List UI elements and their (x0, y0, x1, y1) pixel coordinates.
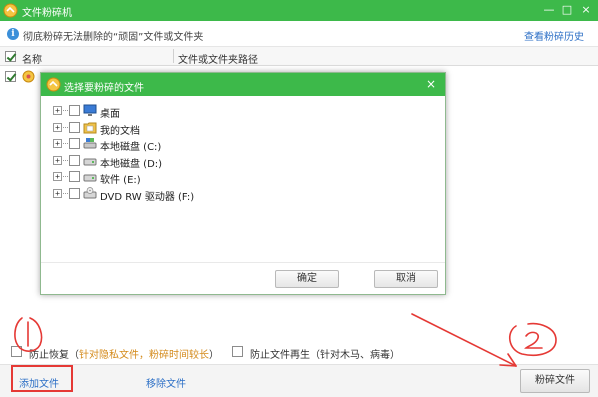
expand-icon[interactable]: + (53, 139, 62, 148)
select-file-dialog: 选择要粉碎的文件 × + 桌面 + 我的文档 + 本地磁盘 (C:) + 本地磁… (40, 72, 446, 295)
file-item-icon (22, 70, 35, 83)
shredder-app-icon (46, 77, 61, 92)
column-divider[interactable] (173, 49, 174, 63)
tree-item-checkbox[interactable] (69, 171, 80, 182)
file-row-checkbox[interactable] (5, 71, 16, 82)
desktop-icon (83, 104, 97, 116)
prevent-regeneration-label[interactable]: 防止文件再生（针对木马、病毒） (250, 346, 400, 361)
tree-item-label: DVD RW 驱动器 (F:) (100, 191, 195, 203)
prevent-recovery-checkbox[interactable] (11, 346, 22, 357)
shred-options: 防止恢复（针对隐私文件，粉碎时间较长） 防止文件再生（针对木马、病毒） (0, 342, 598, 362)
tree-item-checkbox[interactable] (69, 121, 80, 133)
expand-icon[interactable]: + (53, 122, 62, 132)
tree-item-dvd-drive[interactable]: + DVD RW 驱动器 (F:) (53, 186, 433, 203)
view-shred-history-link[interactable]: 查看粉碎历史 (524, 28, 584, 43)
expand-icon[interactable]: + (53, 106, 62, 115)
drive-icon (83, 158, 97, 165)
dvd-drive-icon (83, 186, 97, 198)
prevent-recovery-hint: 针对隐私文件，粉碎时间较长 (79, 350, 209, 361)
remove-file-button[interactable]: 移除文件 (146, 375, 186, 390)
prevent-regeneration-checkbox[interactable] (232, 346, 243, 357)
bottom-bar: 添加文件 移除文件 粉碎文件 (0, 364, 598, 397)
tree-item-checkbox[interactable] (69, 187, 80, 199)
expand-icon[interactable]: + (53, 172, 62, 181)
column-name[interactable]: 名称 (22, 51, 42, 66)
info-icon: i (7, 28, 19, 40)
dialog-title-bar: 选择要粉碎的文件 × (41, 73, 445, 96)
select-all-checkbox[interactable] (5, 51, 16, 62)
shredder-app-icon (3, 3, 18, 18)
dialog-title: 选择要粉碎的文件 (64, 83, 144, 94)
column-path[interactable]: 文件或文件夹路径 (178, 51, 258, 66)
title-bar: 文件粉碎机 — □ × (0, 0, 598, 21)
expand-icon[interactable]: + (53, 188, 62, 198)
tree-item-checkbox[interactable] (69, 105, 80, 116)
window-title: 文件粉碎机 (22, 8, 72, 19)
system-drive-icon (83, 138, 97, 149)
file-list-header: 名称 文件或文件夹路径 (0, 47, 598, 66)
ok-button[interactable]: 确定 (275, 270, 339, 288)
info-bar: i 彻底粉碎无法删除的“顽固”文件或文件夹 查看粉碎历史 (0, 21, 598, 47)
tree-item-drive-c[interactable]: + 本地磁盘 (C:) (53, 136, 433, 153)
tree-item-my-documents[interactable]: + 我的文档 (53, 120, 433, 137)
prevent-recovery-label[interactable]: 防止恢复（针对隐私文件，粉碎时间较长） (29, 346, 219, 361)
dialog-footer: 确定 取消 (41, 262, 445, 294)
dialog-close-button[interactable]: × (423, 76, 439, 92)
documents-folder-icon (83, 122, 97, 133)
maximize-button[interactable]: □ (558, 1, 576, 19)
tree-item-drive-e[interactable]: + 软件 (E:) (53, 169, 433, 186)
tree-item-checkbox[interactable] (69, 138, 80, 149)
info-text: 彻底粉碎无法删除的“顽固”文件或文件夹 (23, 32, 204, 43)
tree-item-label: 我的文档 (100, 125, 140, 137)
prevent-regeneration-hint: （针对木马、病毒） (310, 350, 400, 361)
add-file-highlight (11, 365, 73, 392)
cancel-button[interactable]: 取消 (374, 270, 438, 288)
tree-item-drive-d[interactable]: + 本地磁盘 (D:) (53, 153, 433, 170)
tree-item-desktop[interactable]: + 桌面 (53, 103, 433, 120)
tree-item-label: 本地磁盘 (C:) (100, 142, 162, 153)
folder-tree: + 桌面 + 我的文档 + 本地磁盘 (C:) + 本地磁盘 (D:) + 软件… (53, 103, 433, 203)
close-button[interactable]: × (577, 1, 595, 19)
tree-item-checkbox[interactable] (69, 154, 80, 166)
tree-item-label: 桌面 (100, 109, 120, 120)
tree-item-label: 本地磁盘 (D:) (100, 158, 163, 170)
shred-files-button[interactable]: 粉碎文件 (520, 369, 590, 393)
drive-icon (83, 174, 97, 182)
tree-item-label: 软件 (E:) (100, 175, 141, 186)
expand-icon[interactable]: + (53, 155, 62, 165)
minimize-button[interactable]: — (540, 1, 558, 19)
